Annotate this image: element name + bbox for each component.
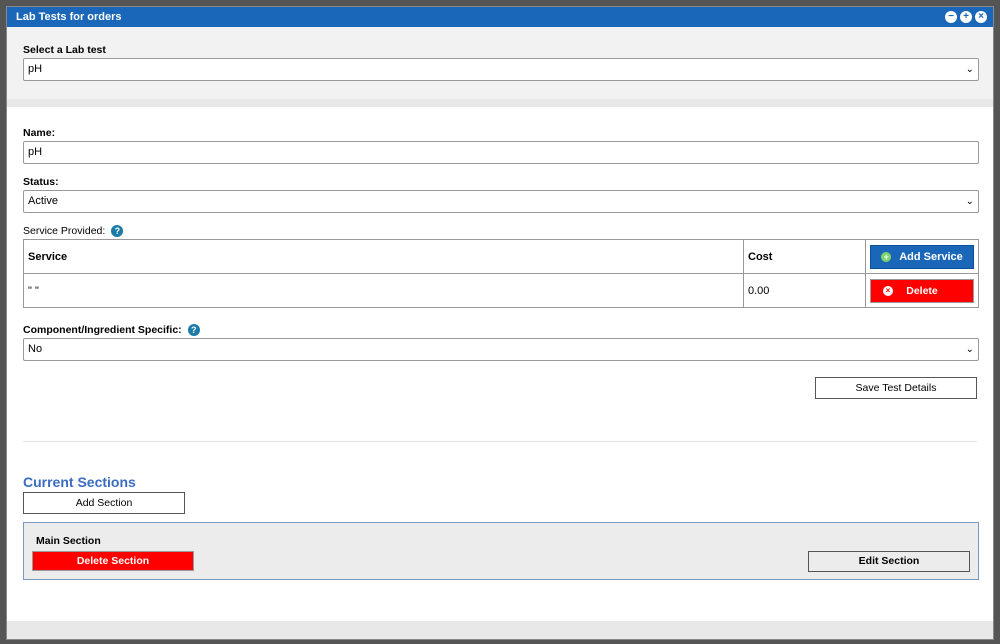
window-titlebar[interactable]: Lab Tests for orders − + ×: [7, 7, 993, 27]
service-provided-label: Service Provided:: [23, 225, 106, 237]
lab-test-select[interactable]: pH ⌄: [23, 58, 979, 81]
help-icon[interactable]: ?: [187, 324, 200, 337]
maximize-icon[interactable]: +: [960, 11, 972, 23]
window-footer: [7, 621, 993, 639]
status-field-group: Status: Active ⌄: [23, 176, 979, 213]
close-circle-icon: ×: [883, 285, 893, 296]
delete-service-button[interactable]: × Delete: [870, 278, 974, 303]
column-header-service: Service: [23, 239, 744, 275]
select-lab-test-label: Select a Lab test: [23, 44, 106, 56]
lab-tests-window: Lab Tests for orders − + × Select a Lab …: [6, 6, 994, 640]
component-specific-select[interactable]: No ⌄: [23, 338, 979, 362]
add-service-button[interactable]: + Add Service: [870, 244, 974, 269]
service-provided-group: Service Provided: ? Service Cost + Add S…: [23, 225, 979, 309]
test-details-form: Name: pH Status: Active ⌄ Service Provid…: [7, 107, 993, 623]
chevron-down-icon: ⌄: [965, 196, 974, 207]
plus-circle-icon: +: [881, 251, 892, 262]
table-row: " " 0.00 × Delete: [23, 273, 979, 309]
name-field-group: Name: pH: [23, 127, 979, 164]
component-specific-group: Component/Ingredient Specific: ? No ⌄: [23, 324, 979, 362]
status-select[interactable]: Active ⌄: [23, 190, 979, 213]
save-row: Save Test Details: [23, 377, 977, 400]
delete-cell: × Delete: [865, 273, 979, 309]
edit-section-button[interactable]: Edit Section: [808, 551, 970, 573]
add-service-label: Add Service: [899, 250, 963, 263]
status-label: Status:: [23, 176, 59, 188]
cost-cell: 0.00: [743, 273, 866, 309]
section-name: Main Section: [36, 535, 101, 548]
service-table: Service Cost + Add Service " " 0.00 × De…: [23, 239, 979, 309]
minimize-icon[interactable]: −: [945, 11, 957, 23]
status-select-value: Active: [28, 195, 58, 207]
column-header-cost: Cost: [743, 239, 866, 275]
current-sections-title: Current Sections: [23, 474, 136, 491]
add-service-cell: + Add Service: [865, 239, 979, 275]
divider: [23, 441, 977, 443]
section-card-main: Main Section Delete Section Edit Section: [23, 522, 979, 581]
service-cell: " ": [23, 273, 744, 309]
close-icon[interactable]: ×: [975, 11, 987, 23]
lab-test-selector-area: Select a Lab test pH ⌄: [7, 27, 993, 107]
chevron-down-icon: ⌄: [965, 344, 974, 356]
delete-section-button[interactable]: Delete Section: [32, 551, 194, 572]
name-label: Name:: [23, 127, 56, 139]
window-controls: − + ×: [945, 11, 987, 23]
component-specific-label: Component/Ingredient Specific:: [23, 324, 182, 337]
lab-test-select-value: pH: [28, 63, 43, 75]
chevron-down-icon: ⌄: [965, 64, 974, 75]
table-header-row: Service Cost + Add Service: [23, 239, 979, 275]
name-input[interactable]: pH: [23, 141, 979, 164]
component-specific-value: No: [28, 343, 43, 356]
save-test-details-button[interactable]: Save Test Details: [815, 377, 977, 400]
help-icon[interactable]: ?: [111, 225, 124, 238]
window-title: Lab Tests for orders: [16, 11, 122, 23]
add-section-button[interactable]: Add Section: [23, 492, 185, 515]
